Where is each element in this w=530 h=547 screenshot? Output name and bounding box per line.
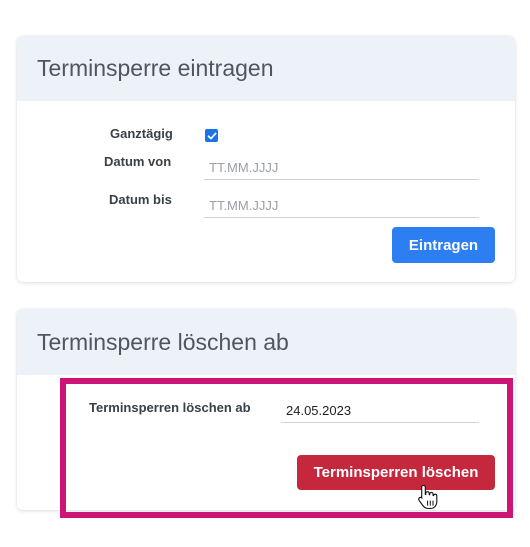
block-entry-card: Terminsperre eintragen Ganztägig Datum v… (17, 36, 515, 282)
delete-blocks-button[interactable]: Terminsperren löschen (297, 455, 495, 490)
date-from-input[interactable]: TT.MM.JJJJ (204, 156, 479, 180)
all-day-label: Ganztägig (110, 126, 173, 141)
delete-date-label: Terminsperren löschen ab (89, 400, 251, 415)
block-entry-title: Terminsperre eintragen (17, 36, 515, 101)
date-to-label: Datum bis (109, 192, 172, 207)
all-day-checkbox[interactable] (205, 129, 218, 142)
date-to-input[interactable]: TT.MM.JJJJ (204, 194, 479, 218)
check-icon (207, 132, 216, 139)
delete-block-card: Terminsperre löschen ab Terminsperren lö… (17, 309, 515, 510)
delete-block-title: Terminsperre löschen ab (17, 309, 515, 375)
delete-date-input[interactable]: 24.05.2023 (281, 399, 479, 423)
hand-pointer-icon (418, 484, 438, 510)
date-from-label: Datum von (104, 154, 172, 169)
submit-block-button[interactable]: Eintragen (392, 227, 495, 263)
